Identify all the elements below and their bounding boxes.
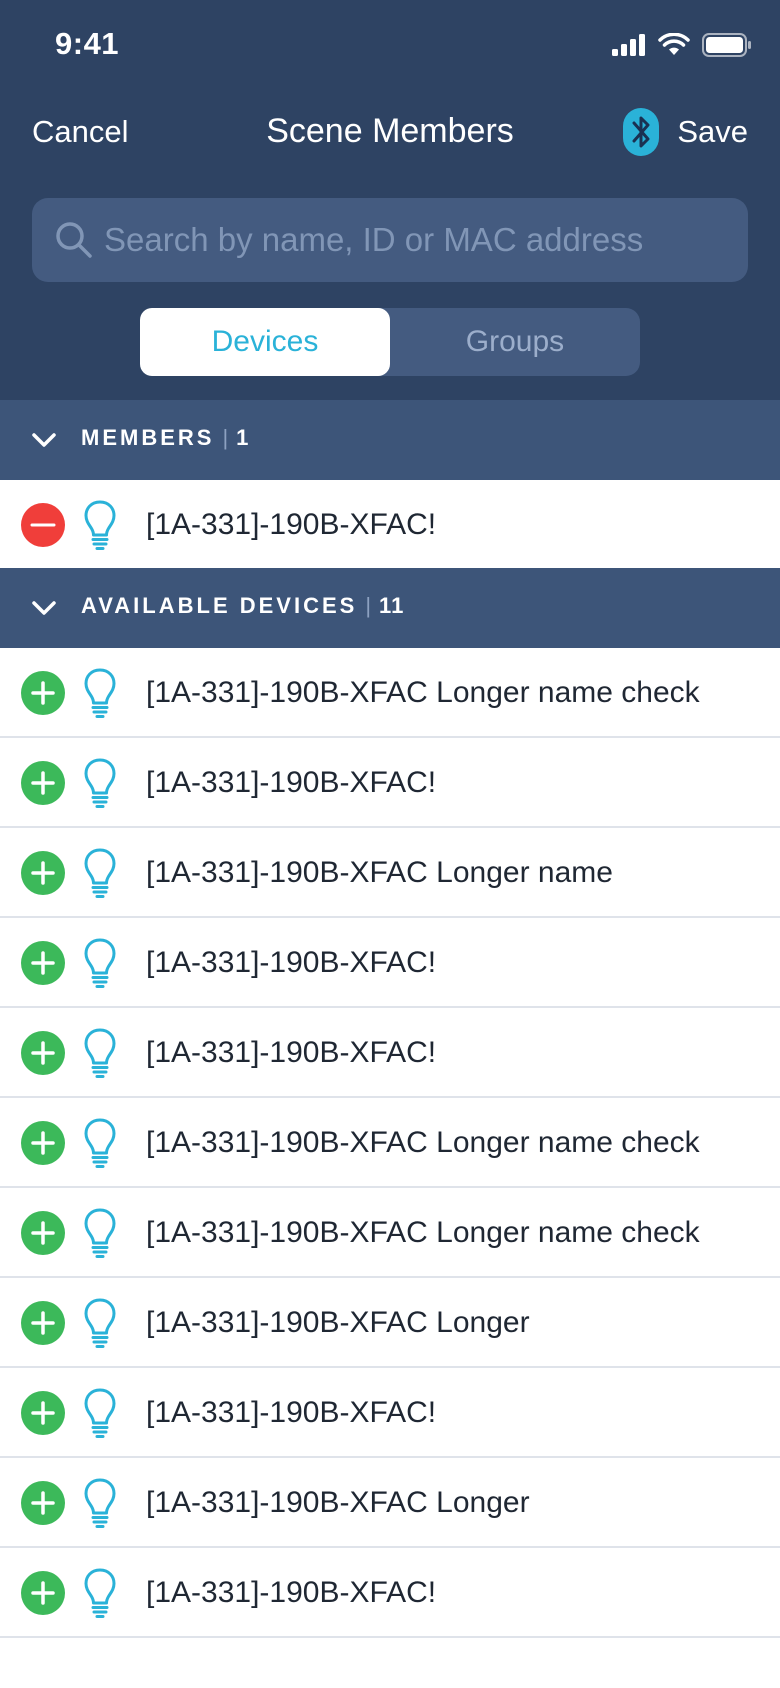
add-icon <box>31 951 55 975</box>
wifi-icon <box>658 33 690 55</box>
add-icon <box>31 681 55 705</box>
device-name: [1A-331]-190B-XFAC Longer name <box>146 856 613 889</box>
remove-button[interactable] <box>21 503 65 547</box>
search-input[interactable] <box>104 198 724 282</box>
segmented-control: Devices Groups <box>140 308 640 376</box>
members-section-header[interactable]: MEMBERS | 1 <box>0 400 780 480</box>
add-icon <box>31 861 55 885</box>
bluetooth-icon[interactable] <box>623 108 659 156</box>
bulb-icon <box>84 1388 116 1438</box>
status-bar: 9:41 <box>0 0 780 90</box>
section-divider: | <box>222 425 229 450</box>
chevron-down-icon[interactable] <box>30 426 58 454</box>
tab-devices[interactable]: Devices <box>140 308 390 376</box>
available-device-row: [1A-331]-190B-XFAC Longer <box>0 1458 780 1548</box>
device-name: [1A-331]-190B-XFAC! <box>146 1036 437 1069</box>
bulb-icon <box>84 1478 116 1528</box>
available-device-row: [1A-331]-190B-XFAC Longer name check <box>0 1188 780 1278</box>
available-label: AVAILABLE DEVICES <box>81 593 358 618</box>
page-title: Scene Members <box>266 112 514 150</box>
signal-icon <box>612 34 645 56</box>
device-name: [1A-331]-190B-XFAC! <box>146 1576 437 1609</box>
battery-icon <box>702 33 751 57</box>
bulb-icon <box>84 938 116 988</box>
available-count: 11 <box>379 593 405 618</box>
available-section-title: AVAILABLE DEVICES | 11 <box>81 593 404 619</box>
header: 9:41 Cancel Scene Members Save Search by… <box>0 0 780 400</box>
add-button[interactable] <box>21 941 65 985</box>
nav-bar: Cancel Scene Members Save <box>0 100 780 162</box>
bulb-icon <box>84 668 116 718</box>
search-icon <box>56 222 92 258</box>
available-device-row: [1A-331]-190B-XFAC Longer name check <box>0 1098 780 1188</box>
bulb-icon <box>84 1118 116 1168</box>
add-icon <box>31 771 55 795</box>
add-button[interactable] <box>21 1391 65 1435</box>
members-label: MEMBERS <box>81 425 215 450</box>
available-device-row: [1A-331]-190B-XFAC Longer name <box>0 828 780 918</box>
add-button[interactable] <box>21 671 65 715</box>
available-device-row: [1A-331]-190B-XFAC! <box>0 918 780 1008</box>
add-icon <box>31 1311 55 1335</box>
add-icon <box>31 1221 55 1245</box>
add-icon <box>31 1581 55 1605</box>
member-row: [1A-331]-190B-XFAC! <box>0 480 780 570</box>
device-name: [1A-331]-190B-XFAC Longer name check <box>146 676 700 709</box>
add-button[interactable] <box>21 1481 65 1525</box>
add-button[interactable] <box>21 851 65 895</box>
bulb-icon <box>84 848 116 898</box>
search-bar <box>32 198 748 282</box>
add-icon <box>31 1131 55 1155</box>
tab-groups[interactable]: Groups <box>390 308 640 376</box>
available-device-row: [1A-331]-190B-XFAC Longer name check <box>0 648 780 738</box>
bulb-icon <box>84 1208 116 1258</box>
available-device-row: [1A-331]-190B-XFAC! <box>0 738 780 828</box>
device-name: [1A-331]-190B-XFAC! <box>146 508 437 541</box>
bulb-icon <box>84 1568 116 1618</box>
available-device-row: [1A-331]-190B-XFAC! <box>0 1368 780 1458</box>
section-divider: | <box>365 593 372 618</box>
add-button[interactable] <box>21 1211 65 1255</box>
chevron-down-icon[interactable] <box>30 594 58 622</box>
bulb-icon <box>84 1028 116 1078</box>
add-button[interactable] <box>21 761 65 805</box>
available-device-row: [1A-331]-190B-XFAC! <box>0 1548 780 1638</box>
status-icons <box>612 30 752 60</box>
device-name: [1A-331]-190B-XFAC! <box>146 946 437 979</box>
add-button[interactable] <box>21 1031 65 1075</box>
members-section-title: MEMBERS | 1 <box>81 425 249 451</box>
device-name: [1A-331]-190B-XFAC! <box>146 1396 437 1429</box>
device-name: [1A-331]-190B-XFAC! <box>146 766 437 799</box>
add-button[interactable] <box>21 1301 65 1345</box>
remove-icon <box>30 523 56 527</box>
add-button[interactable] <box>21 1571 65 1615</box>
members-count: 1 <box>236 425 250 450</box>
bulb-icon <box>84 758 116 808</box>
bulb-icon <box>84 500 116 550</box>
add-icon <box>31 1401 55 1425</box>
available-device-row: [1A-331]-190B-XFAC! <box>0 1008 780 1098</box>
device-name: [1A-331]-190B-XFAC Longer name check <box>146 1126 700 1159</box>
available-device-row: [1A-331]-190B-XFAC Longer <box>0 1278 780 1368</box>
add-button[interactable] <box>21 1121 65 1165</box>
device-name: [1A-331]-190B-XFAC Longer <box>146 1486 530 1519</box>
device-name: [1A-331]-190B-XFAC Longer name check <box>146 1216 700 1249</box>
device-name: [1A-331]-190B-XFAC Longer <box>146 1306 530 1339</box>
available-section-header[interactable]: AVAILABLE DEVICES | 11 <box>0 568 780 648</box>
add-icon <box>31 1041 55 1065</box>
save-button[interactable]: Save <box>677 114 748 150</box>
status-time: 9:41 <box>55 26 120 61</box>
add-icon <box>31 1491 55 1515</box>
bulb-icon <box>84 1298 116 1348</box>
